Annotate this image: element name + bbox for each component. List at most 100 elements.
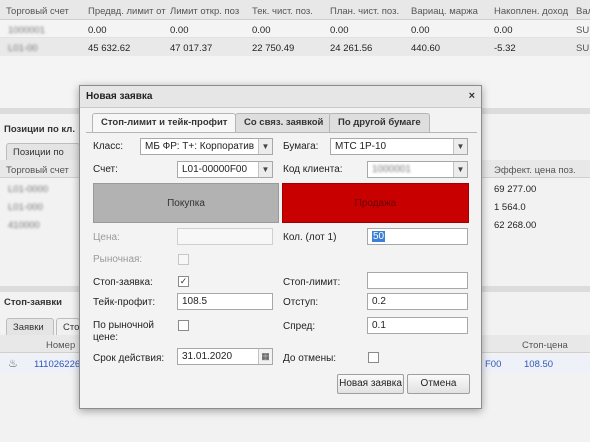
market-checkbox[interactable] [178, 254, 189, 265]
value-cell: 62 268.00 [494, 220, 537, 231]
tab-other-security[interactable]: По другой бумаге [329, 113, 430, 132]
spread-label: Спред: [283, 321, 316, 332]
until-cancel-label: До отмены: [283, 353, 337, 364]
offset-label: Отступ: [283, 297, 319, 308]
client-code-value: 1000001 [372, 164, 411, 175]
currency-cell: SUR [576, 25, 590, 36]
security-select[interactable]: МТС 1Р-10 ▼ [330, 138, 468, 155]
client-code-select[interactable]: 1000001 ▼ [367, 161, 468, 178]
stop-order-label: Стоп-заявка: [93, 277, 153, 288]
value-cell: 0.00 [411, 25, 430, 36]
top-col-header[interactable]: Предвд. лимит отк [88, 6, 166, 17]
account-cell: L01-000 [8, 202, 43, 213]
account-tail-cell: F00 [485, 359, 502, 370]
stoporders-col-header[interactable]: Стоп-цена [522, 340, 568, 351]
security-label: Бумага: [283, 141, 319, 152]
cancel-button[interactable]: Отмена [407, 374, 470, 394]
tab-divider [86, 132, 477, 133]
until-cancel-checkbox[interactable] [368, 352, 379, 363]
account-cell: 410000 [8, 220, 40, 231]
top-col-header[interactable]: Тек. чист. поз. [252, 6, 313, 17]
take-profit-label: Тейк-профит: [93, 297, 156, 308]
account-cell: 1000001 [8, 25, 45, 36]
sell-button[interactable]: Продажа [282, 183, 469, 223]
top-col-header[interactable]: Торговый счет [6, 6, 69, 17]
tab-orders[interactable]: Заявки [6, 318, 54, 336]
chevron-down-icon[interactable]: ▼ [453, 162, 467, 177]
value-cell: 0.00 [170, 25, 189, 36]
value-cell: 0.00 [252, 25, 271, 36]
top-col-header[interactable]: Накоплен. доход [494, 6, 568, 17]
market-price-checkbox[interactable] [178, 320, 189, 331]
class-select[interactable]: МБ ФР: Т+: Корпоратив ▼ [140, 138, 273, 155]
quantity-input[interactable]: 50 [367, 228, 468, 245]
new-order-dialog: Новая заявка × Стоп-лимит и тейк-профит … [79, 85, 482, 409]
chevron-down-icon[interactable]: ▼ [258, 139, 272, 154]
stop-limit-input[interactable] [367, 272, 468, 289]
quantity-value: 50 [372, 231, 386, 242]
dialog-title-bar[interactable]: Новая заявка [80, 86, 481, 108]
stop-order-icon: ♨ [8, 358, 18, 370]
stop-limit-label: Стоп-лимит: [283, 277, 341, 288]
offset-value: 0.2 [372, 296, 386, 307]
buy-button[interactable]: Покупка [93, 183, 279, 223]
value-cell: 1 564.0 [494, 202, 526, 213]
class-value: МБ ФР: Т+: Корпоратив [145, 141, 255, 152]
positions-panel-title: Позиции по кл. [4, 124, 75, 135]
tab-stop-orders[interactable]: Сто [56, 318, 80, 336]
class-label: Класс: [93, 141, 123, 152]
close-icon[interactable]: × [469, 90, 475, 102]
chevron-down-icon[interactable]: ▼ [258, 162, 272, 177]
table-row[interactable]: L01-00 45 632.62 47 017.37 22 750.49 24 … [0, 38, 590, 56]
expiry-label: Срок действия: [93, 353, 165, 364]
table-row[interactable]: 1000001 0.00 0.00 0.00 0.00 0.00 0.00 SU… [0, 20, 590, 38]
value-cell: 440.60 [411, 43, 441, 54]
tab-linked-order[interactable]: Со связ. заявкой [235, 113, 333, 132]
stoporders-col-header[interactable]: Номер [46, 340, 75, 351]
value-cell: 22 750.49 [252, 43, 295, 54]
value-cell: 47 017.37 [170, 43, 213, 54]
currency-cell: SUR [576, 43, 590, 54]
calendar-icon[interactable]: ▦ [258, 349, 272, 364]
account-select[interactable]: L01-00000F00 ▼ [177, 161, 273, 178]
account-label: Счет: [93, 164, 118, 175]
price-input[interactable] [177, 228, 273, 245]
buy-label: Покупка [167, 197, 205, 209]
positions-col-header[interactable]: Торговый счет [6, 165, 69, 176]
top-col-header[interactable]: Вариац. маржа [411, 6, 478, 17]
dialog-title: Новая заявка [86, 91, 153, 102]
market-price-label: По рыночной [93, 320, 155, 331]
top-col-header[interactable]: Лимит откр. поз [170, 6, 239, 17]
account-cell: L01-0000 [8, 184, 49, 195]
spread-input[interactable]: 0.1 [367, 317, 468, 334]
value-cell: 45 632.62 [88, 43, 131, 54]
value-cell: 69 277.00 [494, 184, 537, 195]
value-cell: 0.00 [88, 25, 107, 36]
value-cell: 0.00 [494, 25, 513, 36]
new-order-button[interactable]: Новая заявка [337, 374, 404, 394]
positions-col-header[interactable]: Эффект. цена поз. [494, 165, 576, 176]
tab-stop-limit-take-profit[interactable]: Стоп-лимит и тейк-профит [92, 113, 237, 133]
chevron-down-icon[interactable]: ▼ [453, 139, 467, 154]
client-code-label: Код клиента: [283, 164, 343, 175]
take-profit-input[interactable]: 108.5 [177, 293, 273, 310]
value-cell: 24 261.56 [330, 43, 373, 54]
value-cell: -5.32 [494, 43, 516, 54]
order-number-cell: 111026226 [34, 359, 81, 370]
account-cell: L01-00 [8, 43, 38, 54]
stoporders-panel-title: Стоп-заявки [4, 297, 62, 308]
value-cell: 0.00 [330, 25, 349, 36]
stop-order-checkbox[interactable]: ✓ [178, 276, 189, 287]
sell-label: Продажа [354, 197, 397, 209]
top-col-header[interactable]: План. чист. поз. [330, 6, 399, 17]
market-label: Рыночная: [93, 254, 143, 265]
price-label: Цена: [93, 232, 120, 243]
expiry-date-input[interactable]: 31.01.2020 ▦ [177, 348, 273, 365]
offset-input[interactable]: 0.2 [367, 293, 468, 310]
expiry-date-value: 31.01.2020 [182, 351, 233, 362]
top-col-header[interactable]: Вал [576, 6, 590, 17]
account-value: L01-00000F00 [182, 164, 248, 175]
market-price-label-line2: цене: [93, 332, 119, 343]
take-profit-value: 108.5 [182, 296, 208, 307]
quantity-label: Кол. (лот 1) [283, 232, 337, 243]
